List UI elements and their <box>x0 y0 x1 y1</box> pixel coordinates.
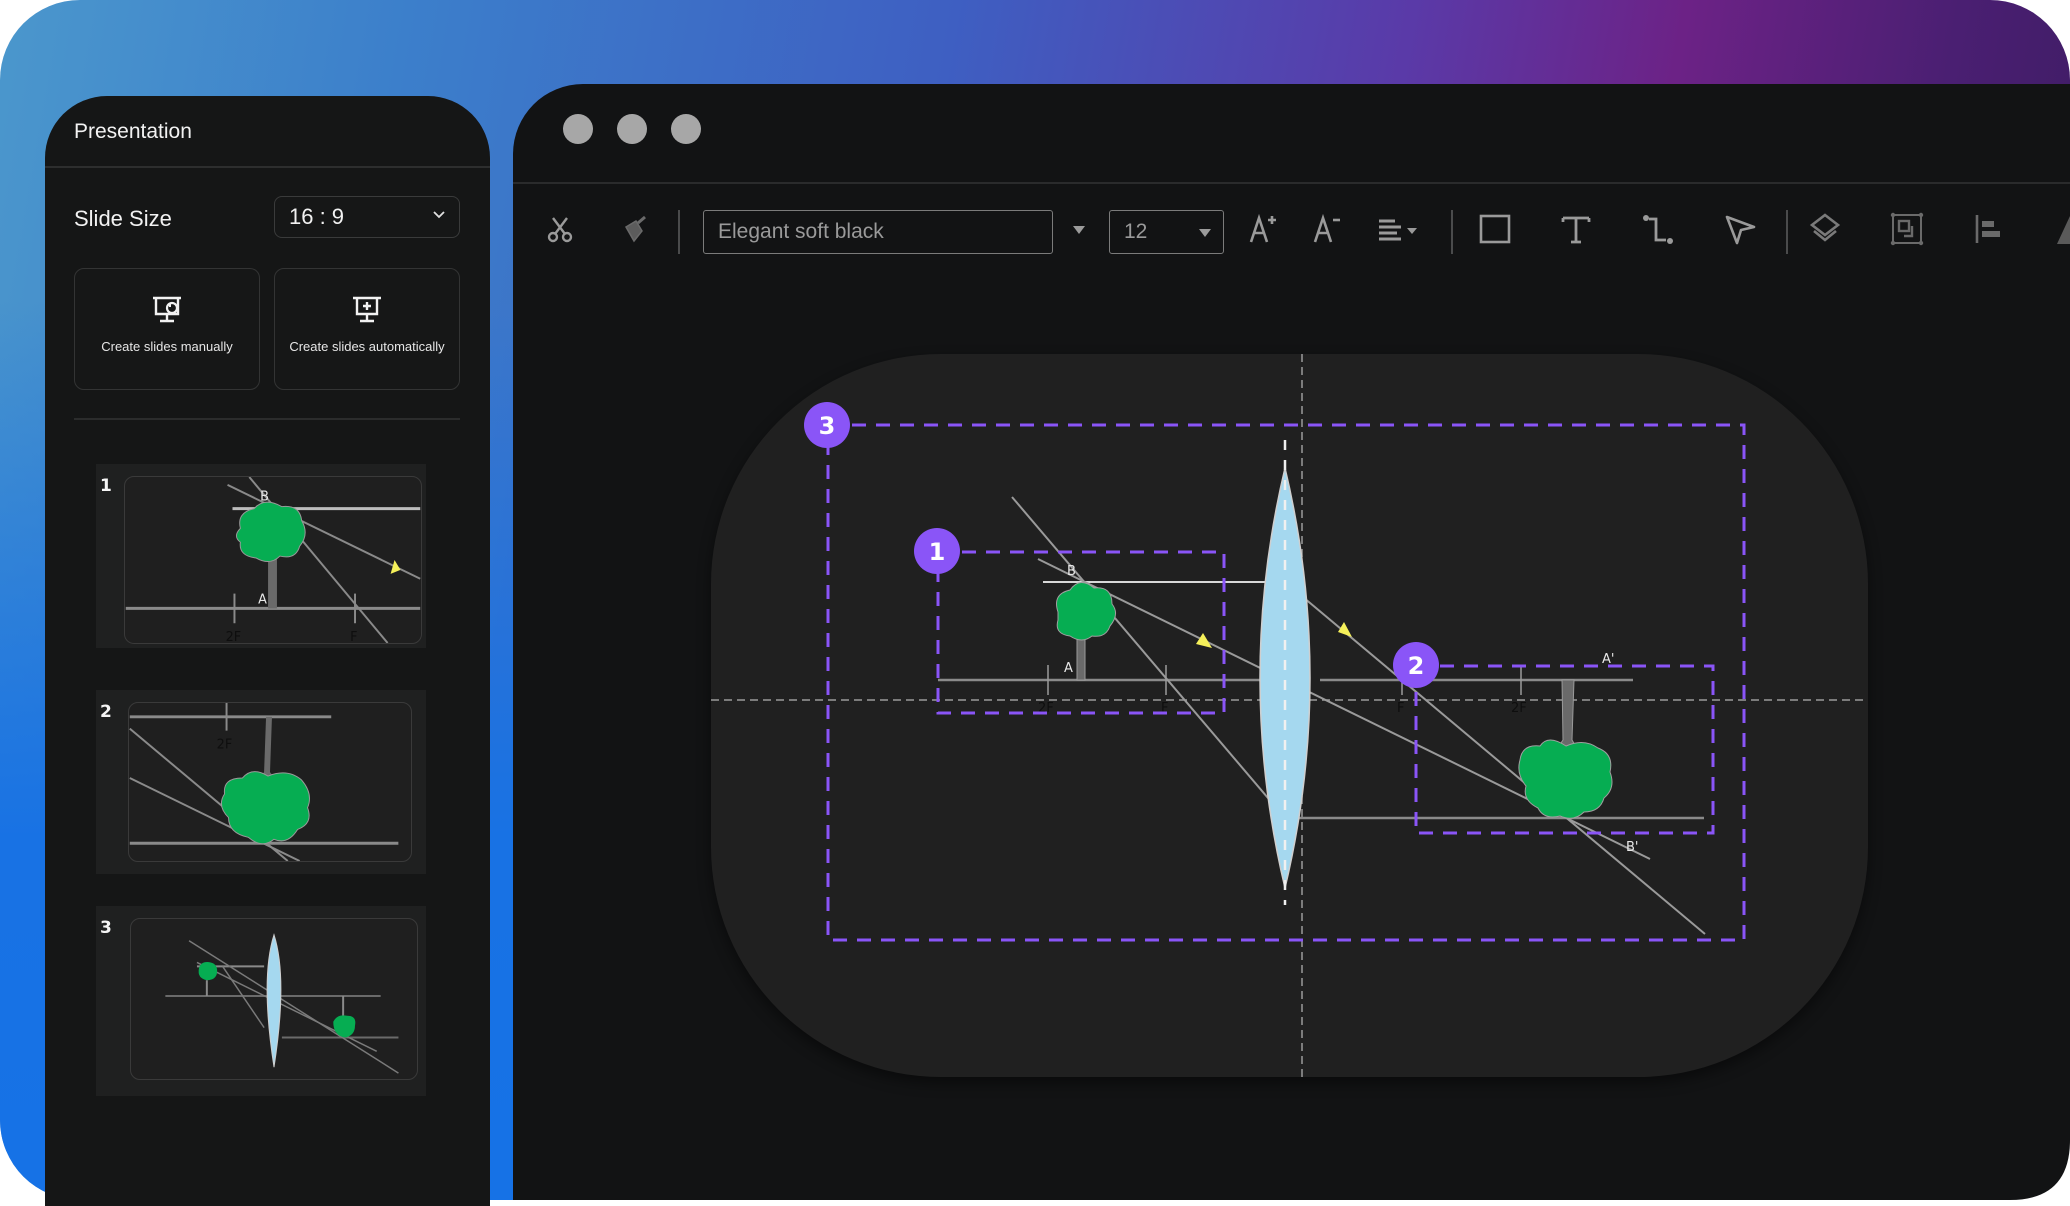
rectangle-icon <box>1479 214 1511 244</box>
marker-2[interactable]: 2 <box>1393 642 1439 688</box>
toolbar-separator <box>1786 210 1788 254</box>
marker-2-number: 2 <box>1408 652 1425 680</box>
pointer-arrow-icon <box>1725 215 1756 245</box>
slide-thumbnail-1[interactable]: 1 B A 2F F <box>96 464 426 648</box>
font-size-value: 12 <box>1124 220 1148 243</box>
toolbar-separator <box>678 210 680 254</box>
slide-preview <box>130 918 418 1080</box>
slide-preview-graphic: 2F <box>129 703 399 861</box>
slide-size-select[interactable]: 16 : 9 <box>274 196 460 238</box>
triangle-shape-icon <box>2057 216 2070 244</box>
panel-divider <box>45 166 490 168</box>
font-increase-icon <box>1249 213 1276 243</box>
font-family-value: Elegant soft black <box>718 220 884 243</box>
format-painter-button[interactable] <box>619 212 653 246</box>
increase-font-size-button[interactable] <box>1247 212 1281 246</box>
slide-preview-graphic: B A 2F F <box>125 477 421 643</box>
presentation-panel: Presentation Slide Size 16 : 9 Create sl… <box>45 96 490 1206</box>
font-family-dropdown-icon[interactable] <box>1073 226 1085 234</box>
group-icon <box>1890 212 1924 246</box>
decrease-font-size-button[interactable] <box>1311 212 1345 246</box>
titlebar-divider <box>513 182 2070 184</box>
create-slides-automatically-button[interactable]: Create slides automatically <box>274 268 460 390</box>
slide-preview-graphic <box>165 933 399 1074</box>
slide-size-value: 16 : 9 <box>289 204 345 229</box>
slide-number: 3 <box>100 918 112 938</box>
presentation-board-plus-icon <box>353 296 381 323</box>
pointer-tool-button[interactable] <box>1723 212 1757 246</box>
font-size-select[interactable]: 12 <box>1109 210 1224 254</box>
text-tool-button[interactable] <box>1559 212 1593 246</box>
chevron-down-icon <box>433 211 445 219</box>
slide1-label-f: F <box>350 630 357 643</box>
panel-divider <box>74 418 460 420</box>
marker-3[interactable]: 3 <box>804 402 850 448</box>
text-tool-icon <box>1561 216 1591 244</box>
align-objects-button[interactable] <box>1972 212 2006 246</box>
slide-thumbnail-3[interactable]: 3 <box>96 906 426 1096</box>
panel-title: Presentation <box>74 120 192 143</box>
connector-tool-button[interactable] <box>1641 212 1675 246</box>
cut-button[interactable] <box>543 212 577 246</box>
font-family-input[interactable]: Elegant soft black <box>703 210 1053 254</box>
slide-number: 1 <box>100 476 112 496</box>
slide-preview: B A 2F F <box>124 476 422 644</box>
window-maximize-button[interactable] <box>671 114 701 144</box>
slide-preview: 2F <box>128 702 412 862</box>
slide1-label-b: B <box>260 490 269 505</box>
shape-more-button[interactable] <box>2053 212 2070 246</box>
create-slides-manually-button[interactable]: Create slides manually <box>74 268 260 390</box>
scissors-icon <box>547 217 573 243</box>
marker-1-number: 1 <box>929 538 946 566</box>
group-button[interactable] <box>1890 212 1924 246</box>
window-close-button[interactable] <box>563 114 593 144</box>
toolbar-separator <box>1451 210 1453 254</box>
slide-thumbnail-2[interactable]: 2 2F <box>96 690 426 874</box>
marker-1[interactable]: 1 <box>914 528 960 574</box>
slide1-label-a: A <box>258 592 267 607</box>
marker-3-number: 3 <box>819 412 836 440</box>
layers-button[interactable] <box>1808 212 1842 246</box>
caret-down-icon <box>1199 229 1211 237</box>
paint-brush-icon <box>624 215 646 243</box>
formatting-toolbar: Elegant soft black 12 <box>513 194 2070 264</box>
presentation-board-hand-icon <box>153 296 181 323</box>
align-left-dropdown-icon <box>1379 219 1417 241</box>
create-slides-automatically-label: Create slides automatically <box>289 339 445 354</box>
create-slides-manually-label: Create slides manually <box>101 339 233 354</box>
connector-icon <box>1643 215 1673 244</box>
slide2-label-2f: 2F <box>217 737 233 752</box>
slide1-label-2f: 2F <box>226 630 242 643</box>
align-objects-icon <box>1975 215 2000 243</box>
layers-icon <box>1809 213 1841 242</box>
font-decrease-icon <box>1313 213 1340 243</box>
window-corner <box>2010 1140 2070 1200</box>
window-minimize-button[interactable] <box>617 114 647 144</box>
slide-number: 2 <box>100 702 112 722</box>
slide-size-label: Slide Size <box>74 206 172 231</box>
text-align-dropdown[interactable] <box>1375 212 1425 246</box>
rectangle-tool-button[interactable] <box>1478 212 1512 246</box>
